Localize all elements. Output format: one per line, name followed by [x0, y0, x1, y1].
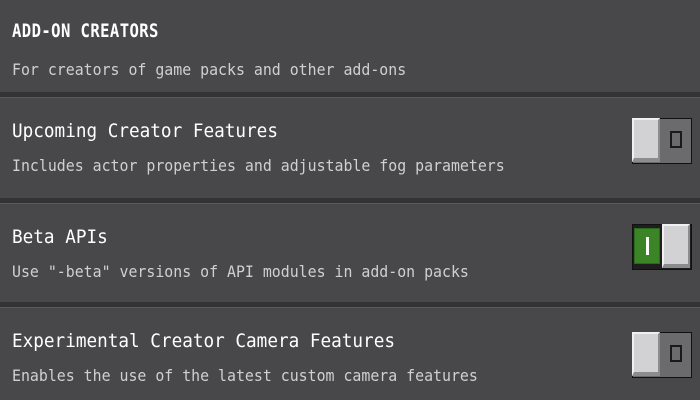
upcoming-creator-features-toggle[interactable] [632, 118, 692, 164]
settings-panel: ADD-ON CREATORS For creators of game pac… [0, 0, 700, 400]
toggle-on-indicator-icon [634, 228, 660, 264]
setting-row-upcoming-creator-features: Upcoming Creator Features Includes actor… [0, 98, 700, 198]
toggle-knob [632, 332, 660, 376]
setting-description: Includes actor properties and adjustable… [12, 156, 505, 175]
toggle-knob [632, 118, 660, 162]
section-subtitle: For creators of game packs and other add… [12, 60, 407, 79]
toggle-knob [662, 224, 690, 268]
setting-title: Experimental Creator Camera Features [12, 330, 395, 352]
setting-row-experimental-creator-camera-features: Experimental Creator Camera Features Ena… [0, 308, 700, 400]
setting-title: Beta APIs [12, 226, 108, 248]
experimental-creator-camera-features-toggle[interactable] [632, 332, 692, 378]
setting-row-beta-apis: Beta APIs Use "-beta" versions of API mo… [0, 204, 700, 304]
setting-title: Upcoming Creator Features [12, 120, 278, 142]
toggle-off-indicator-icon [664, 337, 688, 371]
setting-description: Enables the use of the latest custom cam… [12, 366, 478, 385]
section-header: ADD-ON CREATORS For creators of game pac… [0, 0, 700, 92]
toggle-off-indicator-icon [664, 123, 688, 157]
setting-description: Use "-beta" versions of API modules in a… [12, 262, 469, 281]
beta-apis-toggle[interactable] [632, 224, 692, 270]
section-title: ADD-ON CREATORS [12, 20, 159, 42]
